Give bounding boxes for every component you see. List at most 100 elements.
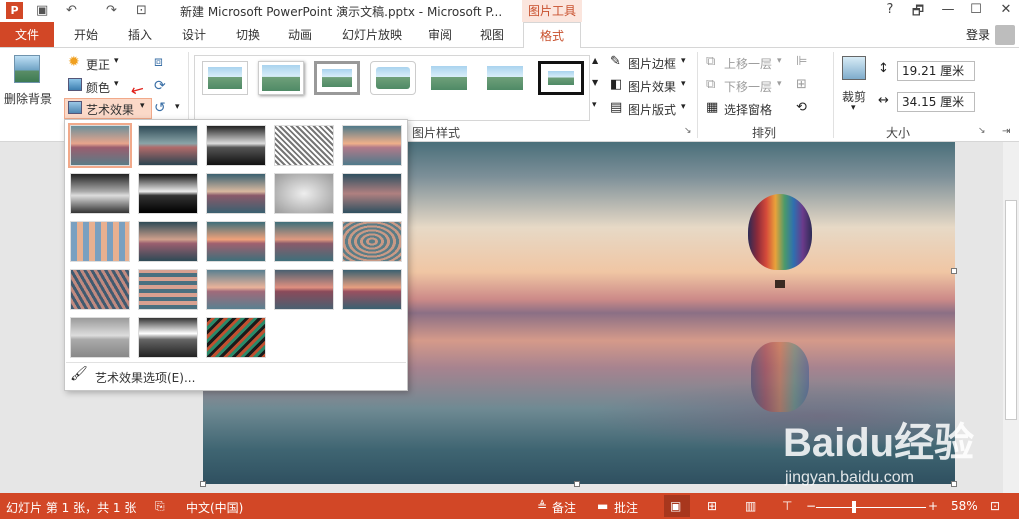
tab-design[interactable]: 设计 bbox=[172, 22, 216, 48]
slide-sorter-icon[interactable]: ⊞ bbox=[707, 499, 717, 513]
zoom-in-button[interactable]: + bbox=[928, 499, 938, 513]
artistic-effect-thumb[interactable] bbox=[342, 125, 402, 166]
comments-button[interactable]: 批注 bbox=[614, 499, 638, 516]
picture-style-thumb[interactable] bbox=[370, 61, 416, 95]
artistic-effect-thumb[interactable] bbox=[274, 125, 334, 166]
language[interactable]: 中文(中国) bbox=[186, 499, 243, 516]
artistic-effect-thumb[interactable] bbox=[138, 125, 198, 166]
artistic-effect-thumb[interactable] bbox=[274, 173, 334, 214]
picture-style-thumb[interactable] bbox=[314, 61, 360, 95]
color-button[interactable]: 颜色 bbox=[86, 79, 110, 96]
artistic-effect-thumb[interactable] bbox=[206, 221, 266, 262]
artistic-effect-thumb[interactable] bbox=[206, 317, 266, 358]
group-objects-icon[interactable]: ⊞ bbox=[796, 77, 807, 92]
minimize-button[interactable]: — bbox=[936, 2, 960, 17]
resize-handle[interactable] bbox=[574, 481, 580, 487]
picture-layout-button[interactable]: 图片版式 bbox=[628, 101, 676, 118]
picture-style-thumb[interactable] bbox=[258, 61, 304, 95]
zoom-out-button[interactable]: − bbox=[806, 499, 816, 513]
tab-review[interactable]: 审阅 bbox=[418, 22, 462, 48]
help-button[interactable]: ? bbox=[878, 2, 902, 17]
spellcheck-icon[interactable]: ⎘ bbox=[155, 499, 165, 514]
save-icon[interactable]: ▣ bbox=[36, 3, 48, 18]
artistic-effect-thumb[interactable] bbox=[206, 173, 266, 214]
dialog-launcher-icon[interactable]: ↘ bbox=[978, 126, 986, 136]
artistic-effect-thumb[interactable] bbox=[342, 269, 402, 310]
send-backward-button[interactable]: 下移一层 bbox=[724, 78, 772, 95]
rotate-icon[interactable]: ⟲ bbox=[796, 100, 807, 115]
gallery-scroll-down-icon[interactable]: ▼ bbox=[592, 78, 598, 87]
artistic-effect-thumb[interactable] bbox=[138, 269, 198, 310]
artistic-effect-thumb[interactable] bbox=[274, 269, 334, 310]
artistic-effect-thumb[interactable] bbox=[206, 125, 266, 166]
artistic-effect-thumb[interactable] bbox=[342, 221, 402, 262]
normal-view-icon: ▣ bbox=[670, 499, 682, 513]
picture-border-button[interactable]: 图片边框 bbox=[628, 55, 676, 72]
reset-picture-icon[interactable]: ↺ bbox=[154, 100, 166, 116]
slideshow-icon[interactable]: ⊤ bbox=[782, 499, 792, 513]
picture-effects-button[interactable]: 图片效果 bbox=[628, 78, 676, 95]
avatar[interactable] bbox=[995, 25, 1015, 45]
artistic-effect-thumb[interactable] bbox=[274, 221, 334, 262]
picture-style-thumb[interactable] bbox=[426, 61, 472, 95]
artistic-effect-thumb[interactable] bbox=[70, 317, 130, 358]
artistic-effect-thumb[interactable] bbox=[138, 317, 198, 358]
artistic-effect-thumb[interactable] bbox=[206, 269, 266, 310]
picture-style-thumb[interactable] bbox=[482, 61, 528, 95]
bring-forward-icon: ⧉ bbox=[706, 54, 716, 69]
zoom-slider-knob[interactable] bbox=[852, 501, 856, 513]
zoom-slider[interactable] bbox=[816, 507, 926, 508]
ribbon-display-options-button[interactable]: 🗗 bbox=[906, 2, 930, 24]
artistic-effect-thumb[interactable] bbox=[138, 221, 198, 262]
chevron-down-icon: ▾ bbox=[681, 102, 686, 112]
window-title: 新建 Microsoft PowerPoint 演示文稿.pptx - Micr… bbox=[180, 5, 503, 19]
artistic-effects-options-icon: 🖌 bbox=[70, 366, 88, 382]
tab-home[interactable]: 开始 bbox=[64, 22, 108, 48]
artistic-effect-thumb[interactable] bbox=[70, 221, 130, 262]
tab-slideshow[interactable]: 幻灯片放映 bbox=[332, 22, 412, 48]
close-button[interactable]: ✕ bbox=[994, 2, 1018, 17]
remove-background-button[interactable]: 删除背景 bbox=[4, 90, 52, 107]
artistic-effects-label: 艺术效果 bbox=[86, 103, 135, 117]
tab-view[interactable]: 视图 bbox=[470, 22, 514, 48]
align-icon[interactable]: ⊫ bbox=[796, 54, 807, 69]
gallery-more-icon[interactable]: ▾ bbox=[592, 100, 597, 110]
undo-icon[interactable]: ↶ bbox=[66, 3, 77, 18]
corrections-button[interactable]: 更正 bbox=[86, 56, 110, 73]
redo-icon[interactable]: ↷ bbox=[106, 3, 117, 18]
resize-handle[interactable] bbox=[951, 268, 957, 274]
resize-handle[interactable] bbox=[951, 481, 957, 487]
gallery-scroll-up-icon[interactable]: ▲ bbox=[592, 56, 598, 65]
tab-transitions[interactable]: 切换 bbox=[226, 22, 270, 48]
artistic-effect-thumb[interactable] bbox=[70, 173, 130, 214]
start-from-beginning-icon[interactable]: ⊡ bbox=[136, 3, 147, 18]
maximize-button[interactable]: ☐ bbox=[964, 2, 988, 17]
picture-style-thumb[interactable] bbox=[202, 61, 248, 95]
artistic-effect-thumb[interactable] bbox=[70, 269, 130, 310]
login-link[interactable]: 登录 bbox=[966, 22, 990, 48]
tab-format[interactable]: 格式 bbox=[523, 22, 581, 49]
notes-button[interactable]: 备注 bbox=[552, 499, 576, 516]
bring-forward-button[interactable]: 上移一层 bbox=[724, 55, 772, 72]
scrollbar-thumb[interactable] bbox=[1005, 200, 1017, 420]
width-field[interactable]: 34.15 厘米 bbox=[897, 92, 975, 112]
tab-insert[interactable]: 插入 bbox=[118, 22, 162, 48]
compress-pictures-icon[interactable]: ⧈ bbox=[154, 54, 163, 70]
height-field[interactable]: 19.21 厘米 bbox=[897, 61, 975, 81]
artistic-effects-options[interactable]: 艺术效果选项(E)... bbox=[95, 369, 195, 386]
change-picture-icon[interactable]: ⟳ bbox=[154, 78, 166, 94]
tab-animations[interactable]: 动画 bbox=[278, 22, 322, 48]
artistic-effect-thumb[interactable] bbox=[68, 123, 132, 168]
reading-view-icon[interactable]: ▥ bbox=[745, 499, 756, 513]
fit-to-window-icon[interactable]: ⊡ bbox=[990, 499, 1000, 513]
resize-handle[interactable] bbox=[200, 481, 206, 487]
artistic-effect-thumb[interactable] bbox=[138, 173, 198, 214]
pin-ribbon-icon[interactable]: ⇥ bbox=[1002, 126, 1010, 137]
dialog-launcher-icon[interactable]: ↘ bbox=[684, 126, 692, 136]
zoom-level[interactable]: 58% bbox=[951, 499, 978, 513]
arrange-group-label: 排列 bbox=[752, 126, 777, 140]
artistic-effect-thumb[interactable] bbox=[342, 173, 402, 214]
picture-style-thumb[interactable] bbox=[538, 61, 584, 95]
tab-file[interactable]: 文件 bbox=[0, 22, 54, 48]
selection-pane-button[interactable]: 选择窗格 bbox=[724, 101, 772, 118]
